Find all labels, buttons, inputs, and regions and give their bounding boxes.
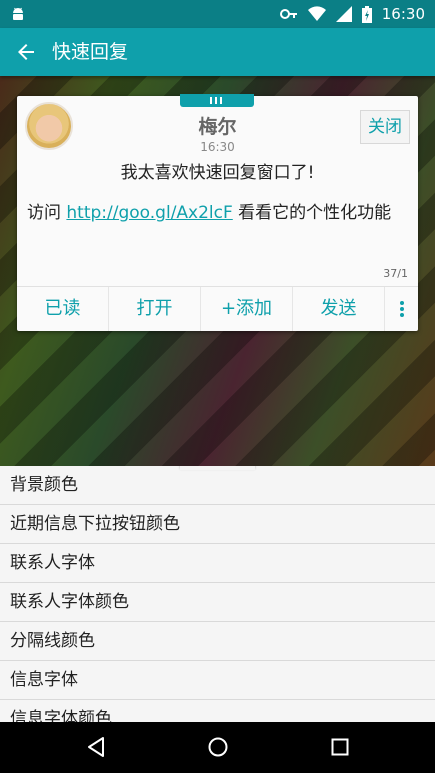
mark-read-button[interactable]: 已读	[17, 287, 109, 331]
key-icon	[279, 9, 297, 19]
back-arrow-icon[interactable]	[14, 40, 38, 64]
status-bar: 16:30	[0, 0, 435, 28]
android-icon	[13, 7, 23, 20]
wifi-icon	[307, 6, 326, 22]
character-counter: 37/1	[383, 267, 408, 280]
contact-name: 梅尔	[198, 116, 237, 138]
message-prefix: 访问	[27, 203, 67, 223]
message-link[interactable]: http://goo.gl/Ax2lcF	[66, 203, 232, 223]
battery-icon	[361, 5, 372, 23]
send-button[interactable]: 发送	[293, 287, 385, 331]
more-options-icon[interactable]	[385, 287, 418, 331]
page-title: 快速回复	[52, 41, 129, 63]
close-button[interactable]: 关闭	[360, 110, 410, 144]
recents-icon[interactable]	[328, 735, 352, 759]
message-suffix: 看看它的个性化功能	[232, 203, 392, 223]
setting-divider-color[interactable]: 分隔线颜色	[0, 622, 435, 661]
quick-reply-card: 梅尔 关闭 16:30 我太喜欢快速回复窗口了! 访问 http://goo.g…	[17, 94, 418, 331]
grip-icon	[210, 97, 224, 104]
setting-contact-font-color[interactable]: 联系人字体颜色	[0, 583, 435, 622]
setting-contact-font[interactable]: 联系人字体	[0, 544, 435, 583]
settings-sheet: 背景颜色 近期信息下拉按钮颜色 联系人字体 联系人字体颜色 分隔线颜色 信息字体…	[0, 466, 435, 722]
message-line-2: 访问 http://goo.gl/Ax2lcF 看看它的个性化功能	[27, 198, 391, 223]
navigation-bar	[0, 722, 435, 773]
signal-icon	[335, 6, 352, 22]
app-bar: 快速回复	[0, 28, 435, 76]
card-drag-handle[interactable]	[180, 94, 254, 107]
card-actions: 已读 打开 +添加 发送	[17, 286, 418, 331]
home-icon[interactable]	[206, 735, 230, 759]
message-line-1: 我太喜欢快速回复窗口了!	[120, 163, 315, 183]
setting-message-font[interactable]: 信息字体	[0, 661, 435, 700]
open-button[interactable]: 打开	[109, 287, 201, 331]
message-time: 16:30	[200, 140, 235, 154]
add-button[interactable]: +添加	[201, 287, 293, 331]
back-icon[interactable]	[84, 735, 108, 759]
setting-background-color[interactable]: 背景颜色	[0, 466, 435, 505]
status-time: 16:30	[381, 5, 425, 23]
setting-message-font-color[interactable]: 信息字体颜色	[0, 700, 435, 722]
setting-dropdown-button-color[interactable]: 近期信息下拉按钮颜色	[0, 505, 435, 544]
